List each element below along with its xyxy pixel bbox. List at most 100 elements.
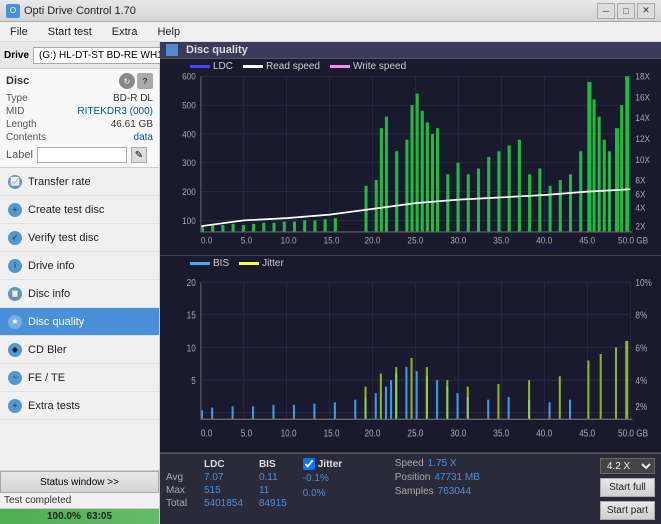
svg-text:10.0: 10.0 <box>281 235 297 246</box>
extra-tests-label: Extra tests <box>28 400 80 412</box>
chart-title: Disc quality <box>186 44 248 56</box>
disc-contents-label: Contents <box>6 132 46 143</box>
svg-text:15.0: 15.0 <box>324 427 340 438</box>
disc-type-value: BD-R DL <box>113 93 153 104</box>
cd-bler-label: CD Bler <box>28 344 67 356</box>
status-window-button[interactable]: Status window >> <box>0 471 159 493</box>
avg-jitter: -0.1% <box>303 473 329 484</box>
svg-text:20.0: 20.0 <box>364 427 380 438</box>
sidebar-item-create-test-disc[interactable]: + Create test disc <box>0 196 159 224</box>
app-icon: O <box>6 4 20 18</box>
minimize-button[interactable]: ─ <box>597 3 615 19</box>
svg-text:5.0: 5.0 <box>241 235 253 246</box>
disc-label-input[interactable] <box>37 147 127 163</box>
bis-legend-color <box>190 262 210 265</box>
sidebar-item-transfer-rate[interactable]: 📈 Transfer rate <box>0 168 159 196</box>
svg-text:8%: 8% <box>635 310 647 321</box>
close-button[interactable]: ✕ <box>637 3 655 19</box>
avg-bis: 0.11 <box>251 471 295 484</box>
start-part-button[interactable]: Start part <box>600 501 655 520</box>
disc-mid-row: MID RITEKDR3 (000) <box>6 106 153 117</box>
svg-text:35.0: 35.0 <box>493 235 509 246</box>
svg-text:600: 600 <box>182 71 196 82</box>
speed-pos-section: Speed 1.75 X Position 47731 MB Samples 7… <box>395 458 480 497</box>
read-speed-legend-color <box>243 65 263 68</box>
svg-text:8X: 8X <box>635 175 645 186</box>
svg-text:20: 20 <box>187 277 196 288</box>
menu-start-test[interactable]: Start test <box>42 23 98 41</box>
sidebar-item-verify-test-disc[interactable]: ✓ Verify test disc <box>0 224 159 252</box>
top-chart-container: LDC Read speed Write speed <box>160 59 661 256</box>
svg-text:14X: 14X <box>635 113 650 124</box>
sidebar-item-disc-quality[interactable]: ★ Disc quality <box>0 308 159 336</box>
samples-row: Samples 763044 <box>395 486 480 497</box>
start-full-button[interactable]: Start full <box>600 478 655 497</box>
stats-table: LDC BIS Avg 7.07 0.11 Max 515 11 Total 5… <box>166 458 295 510</box>
menu-file[interactable]: File <box>4 23 34 41</box>
svg-text:45.0: 45.0 <box>579 235 595 246</box>
disc-length-value: 46.61 GB <box>111 119 153 130</box>
ldc-legend-label: LDC <box>213 61 233 72</box>
write-speed-legend: Write speed <box>330 61 406 72</box>
read-speed-legend: Read speed <box>243 61 320 72</box>
jitter-legend-label: Jitter <box>262 258 284 269</box>
sidebar-item-disc-info[interactable]: 📋 Disc info <box>0 280 159 308</box>
menu-extra[interactable]: Extra <box>106 23 144 41</box>
svg-text:6%: 6% <box>635 342 647 353</box>
svg-text:4X: 4X <box>635 203 645 214</box>
ldc-legend-color <box>190 65 210 68</box>
disc-label-text: Label <box>6 149 33 161</box>
svg-text:30.0: 30.0 <box>450 427 466 438</box>
top-chart-svg: 600 500 400 300 200 100 18X 16X 14X 12X … <box>160 59 661 255</box>
svg-text:40.0: 40.0 <box>536 427 552 438</box>
position-value: 47731 MB <box>434 472 480 483</box>
speed-row: Speed 1.75 X <box>395 458 480 469</box>
menu-help[interactable]: Help <box>151 23 186 41</box>
svg-text:2X: 2X <box>635 221 645 232</box>
svg-text:100: 100 <box>182 215 196 226</box>
bottom-chart-svg: 20 15 10 5 10% 8% 6% 4% 2% 0.0 5.0 10.0 … <box>160 256 661 452</box>
disc-length-label: Length <box>6 119 37 130</box>
progress-bar-area: 100.0% 63:05 <box>0 508 159 524</box>
disc-mid-label: MID <box>6 106 24 117</box>
svg-text:45.0: 45.0 <box>579 427 595 438</box>
svg-text:200: 200 <box>182 187 196 198</box>
disc-length-row: Length 46.61 GB <box>6 119 153 130</box>
speed-dropdown[interactable]: 4.2 X <box>600 458 655 474</box>
svg-text:15: 15 <box>187 310 196 321</box>
svg-text:0.0: 0.0 <box>201 235 213 246</box>
titlebar-left: O Opti Drive Control 1.70 <box>6 4 136 18</box>
maximize-button[interactable]: □ <box>617 3 635 19</box>
fe-te-icon: ~ <box>8 371 22 385</box>
disc-contents-value: data <box>134 132 153 143</box>
disc-quality-icon: ★ <box>8 315 22 329</box>
svg-text:4%: 4% <box>635 375 647 386</box>
svg-text:25.0: 25.0 <box>407 427 423 438</box>
ldc-header: LDC <box>196 458 251 471</box>
disc-type-row: Type BD-R DL <box>6 93 153 104</box>
avg-label: Avg <box>166 471 196 484</box>
svg-text:10: 10 <box>187 342 196 353</box>
sidebar-item-cd-bler[interactable]: ◆ CD Bler <box>0 336 159 364</box>
jitter-checkbox[interactable] <box>303 458 315 470</box>
chart-header: Disc quality <box>160 42 661 59</box>
sidebar-item-drive-info[interactable]: i Drive info <box>0 252 159 280</box>
total-label: Total <box>166 497 196 510</box>
label-edit-icon[interactable]: ✎ <box>131 147 147 163</box>
disc-refresh-icon[interactable]: ↻ <box>119 73 135 89</box>
svg-text:6X: 6X <box>635 189 645 200</box>
svg-text:30.0: 30.0 <box>450 235 466 246</box>
svg-text:2%: 2% <box>635 401 647 412</box>
cd-bler-icon: ◆ <box>8 343 22 357</box>
jitter-legend: Jitter <box>239 258 284 269</box>
verify-test-disc-icon: ✓ <box>8 231 22 245</box>
sidebar-item-fe-te[interactable]: ~ FE / TE <box>0 364 159 392</box>
sidebar-item-extra-tests[interactable]: + Extra tests <box>0 392 159 420</box>
svg-text:5: 5 <box>191 375 196 386</box>
svg-text:10.0: 10.0 <box>281 427 297 438</box>
disc-info-icon[interactable]: ? <box>137 73 153 89</box>
position-row: Position 47731 MB <box>395 472 480 483</box>
app-title: Opti Drive Control 1.70 <box>24 5 136 17</box>
svg-text:300: 300 <box>182 158 196 169</box>
svg-text:0.0: 0.0 <box>201 427 212 438</box>
